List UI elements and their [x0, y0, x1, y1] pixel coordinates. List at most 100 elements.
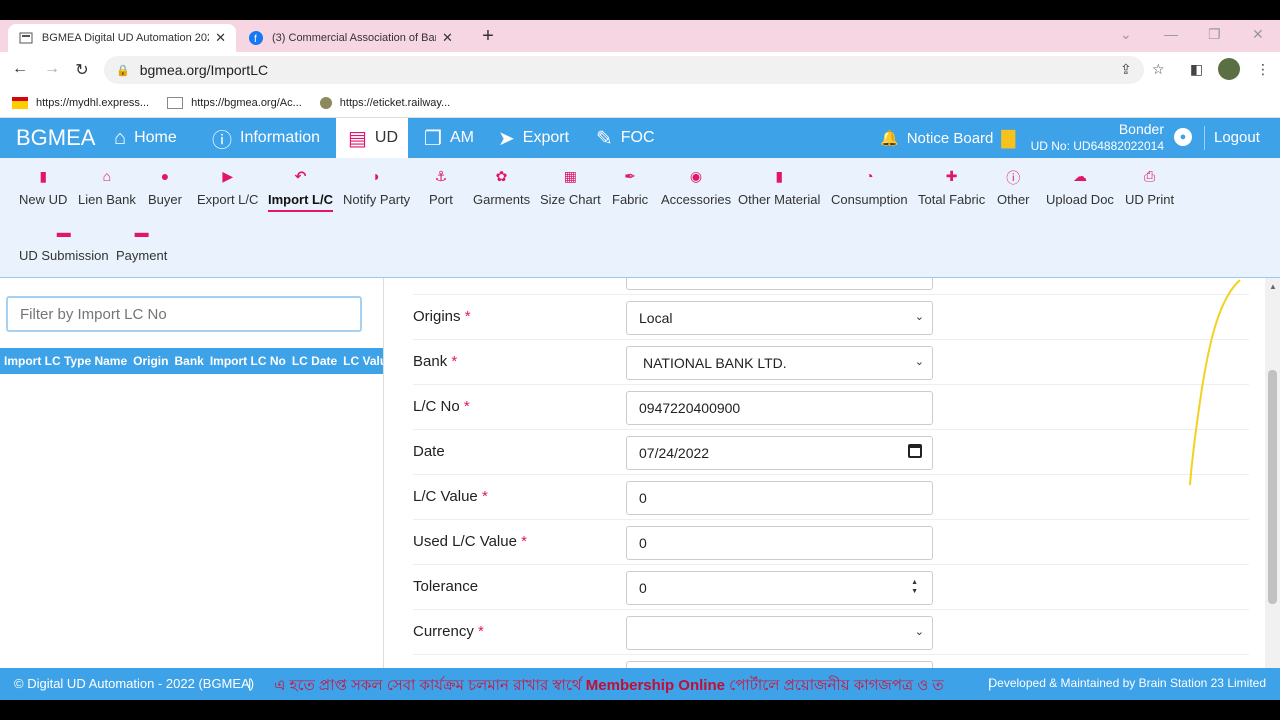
- col-lc-date[interactable]: LC Date: [292, 354, 337, 368]
- origins-select[interactable]: Local ⌄: [626, 301, 933, 335]
- notice-marquee: এ হতে প্রাপ্ত সকল সেবা কার্যক্রম চলমান র…: [274, 677, 944, 694]
- currency-select[interactable]: ⌄: [626, 616, 933, 650]
- tab-search-icon[interactable]: ⌄: [1120, 26, 1132, 43]
- file-export-icon: ▶: [222, 168, 234, 184]
- close-window-icon[interactable]: ✕: [1252, 26, 1264, 43]
- lc-no-input[interactable]: 0947220400900: [626, 391, 933, 425]
- form-row-bank: Bank * NATIONAL BANK LTD. ⌄: [413, 340, 1249, 385]
- user-icon[interactable]: ●: [1174, 128, 1192, 146]
- subnav-ud-submission[interactable]: ▬ UD Submission: [19, 224, 109, 263]
- nav-am[interactable]: ❐ AM: [424, 118, 474, 158]
- subnav-garments[interactable]: ✿ Garments: [473, 168, 530, 207]
- col-origin[interactable]: Origin: [133, 354, 168, 368]
- share-icon[interactable]: ⇪: [1120, 61, 1132, 78]
- nav-export[interactable]: ➤ Export: [498, 118, 569, 158]
- restore-icon[interactable]: ❐: [1208, 26, 1221, 43]
- bank-select[interactable]: NATIONAL BANK LTD. ⌄: [626, 346, 933, 380]
- nav-ud[interactable]: ▤ UD: [336, 118, 408, 158]
- chevron-down-icon: ⌄: [914, 626, 924, 638]
- tab-facebook[interactable]: f (3) Commercial Association of Banglade…: [238, 24, 466, 52]
- cloud-upload-icon: ☁: [1072, 168, 1087, 184]
- lc-value-input[interactable]: 0: [626, 481, 933, 515]
- bell-icon: 🔔: [880, 130, 899, 147]
- subnav-notify-party[interactable]: ◗ Notify Party: [343, 168, 410, 207]
- subnav-total-fabric[interactable]: ✚ Total Fabric: [918, 168, 985, 207]
- brand-logo[interactable]: BGMEA: [16, 125, 95, 151]
- used-lc-value-input[interactable]: 0: [626, 526, 933, 560]
- bookmark-bgmea[interactable]: https://bgmea.org/Ac...: [167, 96, 302, 109]
- copy-icon: ❐: [424, 127, 442, 150]
- subnav-size-chart[interactable]: ▦ Size Chart: [540, 168, 601, 207]
- vertical-scrollbar[interactable]: ▲ ▼: [1265, 278, 1280, 678]
- back-icon[interactable]: ←: [10, 60, 30, 78]
- subnav-ud-print[interactable]: ⎙ UD Print: [1125, 168, 1174, 207]
- reply-all-icon: ↶: [294, 168, 307, 184]
- form-row-used-lc-value: Used L/C Value * 0: [413, 520, 1249, 565]
- developer-credit: Developed & Maintained by Brain Station …: [988, 676, 1267, 690]
- subnav-accessories[interactable]: ◉ Accessories: [661, 168, 731, 207]
- close-tab-icon[interactable]: ✕: [215, 30, 226, 46]
- url-bar[interactable]: 🔒 bgmea.org/ImportLC: [104, 56, 1144, 84]
- scroll-up-icon[interactable]: ▲: [1269, 282, 1277, 291]
- side-panel-icon[interactable]: ◧: [1190, 61, 1203, 78]
- date-input[interactable]: 07/24/2022: [626, 436, 933, 470]
- subnav-payment[interactable]: ▬ Payment: [116, 224, 167, 263]
- forward-icon[interactable]: →: [42, 60, 62, 78]
- bookmark-icon: ▮: [775, 168, 784, 184]
- close-tab-icon[interactable]: ✕: [442, 30, 453, 46]
- col-type-name[interactable]: Import LC Type Name: [4, 354, 127, 368]
- dhl-icon: [12, 96, 28, 109]
- subnav-new-ud[interactable]: ▮ New UD: [19, 168, 67, 207]
- tab-title: BGMEA Digital UD Automation 2022: [41, 32, 210, 44]
- subnav-buyer[interactable]: ● Buyer: [148, 168, 182, 207]
- form-row-tolerance: Tolerance 0 ▲ ▼: [413, 565, 1249, 610]
- form-row-origins: Origins * Local ⌄: [413, 295, 1249, 340]
- nav-foc[interactable]: ✎ FOC: [596, 118, 655, 158]
- tolerance-input[interactable]: 0 ▲ ▼: [626, 571, 933, 605]
- logout-link[interactable]: Logout: [1214, 129, 1260, 146]
- subnav-export-lc[interactable]: ▶ Export L/C: [197, 168, 258, 207]
- required-mark: *: [478, 623, 484, 640]
- form-row-date: Date 07/24/2022: [413, 430, 1249, 475]
- new-tab-icon[interactable]: +: [478, 25, 498, 48]
- col-lc-no[interactable]: Import LC No: [210, 354, 286, 368]
- calendar-icon[interactable]: [908, 444, 922, 458]
- scrollbar-thumb[interactable]: [1268, 370, 1277, 604]
- form-row-currency: Currency * ⌄: [413, 610, 1249, 655]
- table-icon: ▦: [563, 168, 577, 184]
- date-label: Date: [413, 443, 445, 460]
- subnav-other[interactable]: ⓘ Other: [997, 168, 1030, 207]
- minimize-icon[interactable]: —: [1164, 26, 1178, 42]
- notice-board[interactable]: 🔔 Notice Board ▇: [880, 118, 1015, 158]
- bookmark-railway[interactable]: https://eticket.railway...: [319, 96, 450, 109]
- nav-information[interactable]: ⓘ Information: [212, 118, 320, 158]
- col-lc-value[interactable]: LC Value: [343, 354, 383, 368]
- star-icon[interactable]: ☆: [1152, 61, 1165, 78]
- tab-bgmea[interactable]: BGMEA Digital UD Automation 2022 ✕: [8, 24, 236, 52]
- subnav-consumption[interactable]: ◔ Consumption: [831, 168, 908, 207]
- subnav-import-lc[interactable]: ↶ Import L/C: [268, 168, 333, 212]
- menu-icon[interactable]: ⋮: [1256, 61, 1270, 78]
- bookmark-dhl[interactable]: https://mydhl.express...: [12, 96, 149, 109]
- used-lc-value-label: Used L/C Value: [413, 533, 517, 550]
- palette-icon: ◉: [689, 168, 703, 184]
- type-select[interactable]: [626, 278, 933, 290]
- subnav-fabric[interactable]: ✒ Fabric: [612, 168, 648, 207]
- user-role: Bonder: [1118, 121, 1164, 137]
- filter-input[interactable]: [6, 296, 362, 332]
- cookie-icon: ✿: [495, 168, 508, 184]
- lock-icon: 🔒: [116, 64, 130, 77]
- form-row-lc-no: L/C No * 0947220400900: [413, 385, 1249, 430]
- profile-avatar[interactable]: [1218, 58, 1240, 80]
- nav-home[interactable]: ⌂ Home: [114, 118, 177, 158]
- number-spinner-icon[interactable]: ▲ ▼: [911, 578, 918, 596]
- bgmea-favicon-icon: [18, 30, 34, 46]
- form-row-lc-value: L/C Value * 0: [413, 475, 1249, 520]
- subnav-other-material[interactable]: ▮ Other Material: [738, 168, 820, 207]
- file-icon: ▮: [39, 168, 48, 184]
- subnav-port[interactable]: ⚓ Port: [429, 168, 453, 207]
- reload-icon[interactable]: ↻: [72, 60, 92, 80]
- subnav-lien-bank[interactable]: ⌂ Lien Bank: [78, 168, 136, 207]
- subnav-upload-doc[interactable]: ☁ Upload Doc: [1046, 168, 1114, 207]
- col-bank[interactable]: Bank: [174, 354, 203, 368]
